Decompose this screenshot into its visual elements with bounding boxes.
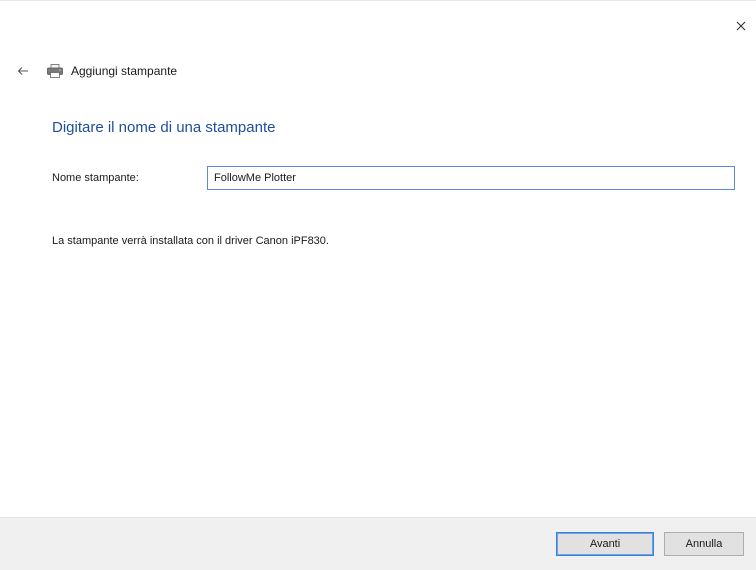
printer-icon (47, 63, 65, 79)
driver-info-text: La stampante verrà installata con il dri… (52, 235, 329, 247)
cancel-button[interactable]: Annulla (664, 532, 744, 556)
close-icon (736, 21, 746, 31)
add-printer-wizard-window: Aggiungi stampante Digitare il nome di u… (0, 0, 756, 570)
back-button[interactable] (14, 62, 32, 80)
wizard-title: Aggiungi stampante (71, 64, 178, 78)
next-button[interactable]: Avanti (556, 532, 654, 556)
wizard-nav-bar: Aggiungi stampante (14, 61, 177, 81)
printer-name-label: Nome stampante: (52, 172, 139, 184)
wizard-footer: Avanti Annulla (0, 517, 756, 570)
back-arrow-icon (17, 67, 28, 75)
close-button[interactable] (730, 15, 752, 37)
page-heading: Digitare il nome di una stampante (52, 119, 276, 136)
printer-name-input[interactable] (207, 166, 735, 190)
